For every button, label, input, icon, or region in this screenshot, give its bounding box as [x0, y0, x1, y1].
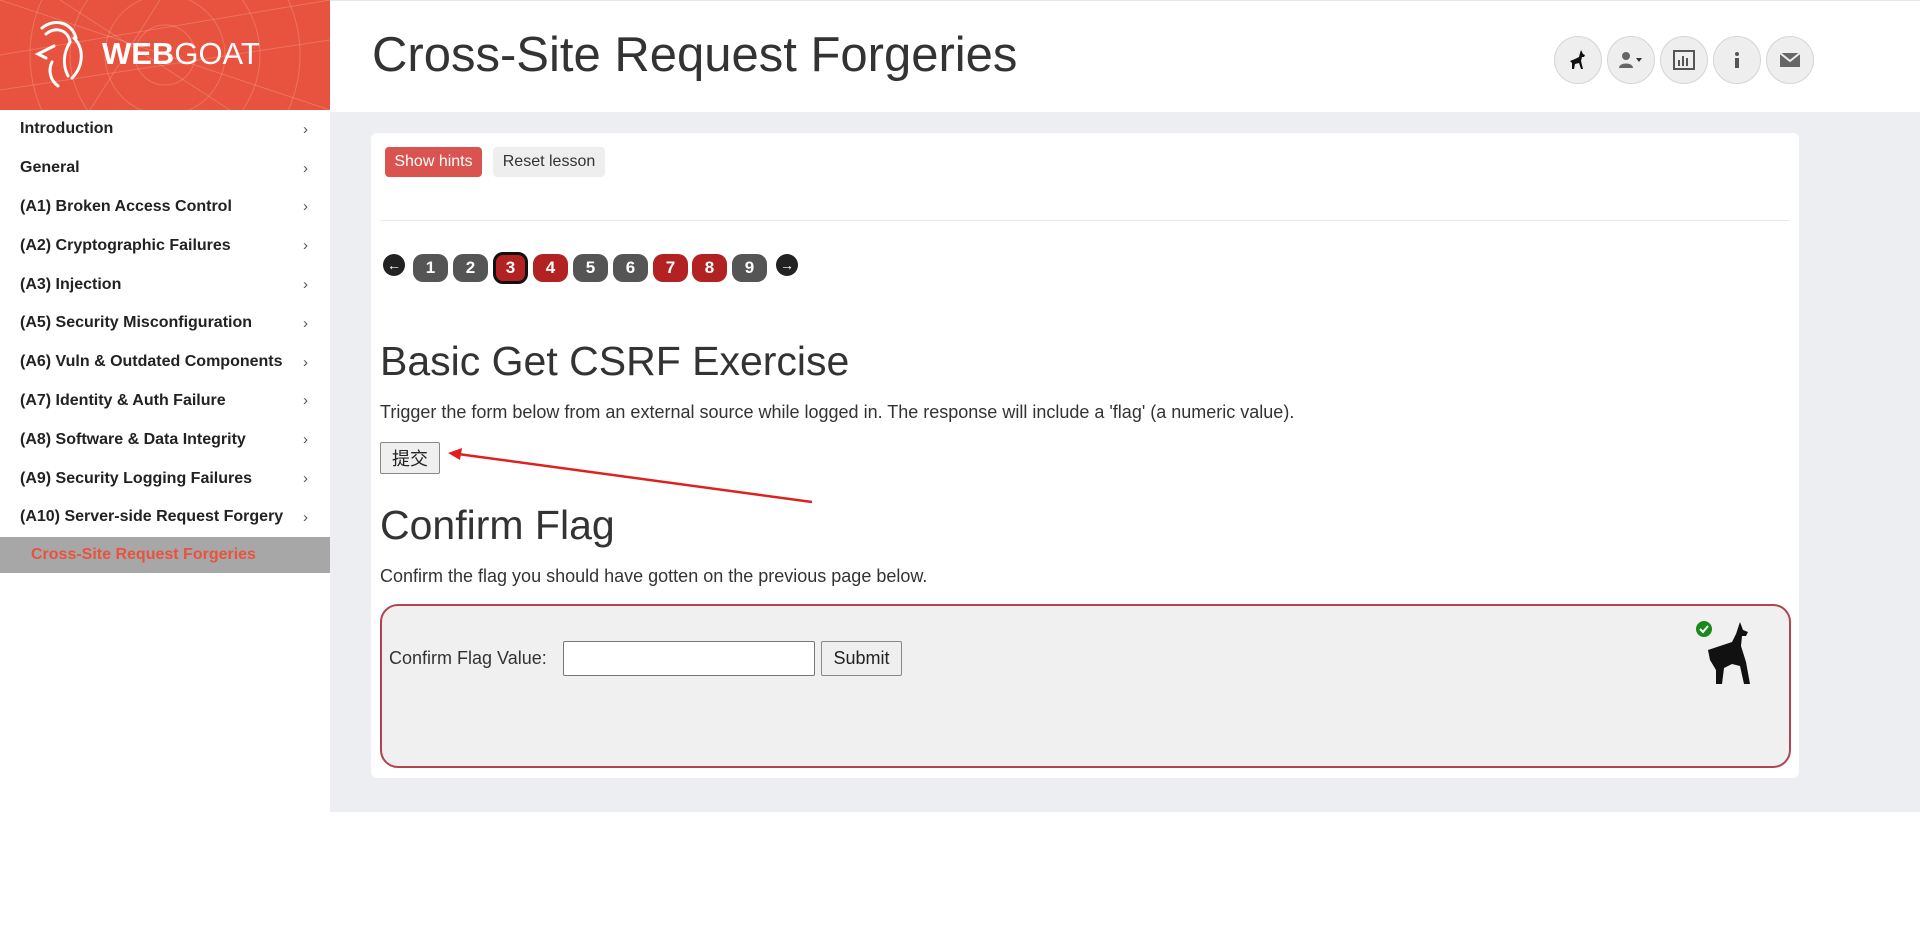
page-link-9[interactable]: 9: [732, 254, 767, 282]
assignment-solved-wolf-icon: [1696, 621, 1750, 684]
chevron-right-icon: ›: [303, 392, 308, 410]
check-circle-icon: [1696, 621, 1712, 637]
chevron-right-icon: ›: [303, 120, 308, 138]
page-link-6[interactable]: 6: [613, 254, 648, 282]
attack-container: [380, 604, 1791, 768]
page-link-7[interactable]: 7: [653, 254, 688, 282]
page-link-1[interactable]: 1: [413, 254, 448, 282]
confirm-flag-heading: Confirm Flag: [380, 502, 615, 548]
report-card-button[interactable]: [1660, 36, 1708, 84]
flag-value-label: Confirm Flag Value:: [389, 648, 547, 668]
page-link-2[interactable]: 2: [453, 254, 488, 282]
show-hints-button[interactable]: Show hints: [385, 147, 482, 177]
next-page-arrow-icon[interactable]: →: [776, 254, 798, 276]
menu-item-introduction[interactable]: Introduction ›: [0, 110, 330, 149]
menu-item-a3[interactable]: (A3) Injection ›: [0, 265, 330, 304]
page-link-8[interactable]: 8: [692, 254, 727, 282]
csrf-submit-button[interactable]: 提交: [380, 442, 440, 474]
wolf-icon: [1570, 50, 1585, 69]
envelope-icon: [1779, 52, 1801, 67]
confirm-flag-description: Confirm the flag you should have gotten …: [380, 566, 928, 586]
flag-value-input[interactable]: [563, 641, 815, 676]
wolf-icon-button[interactable]: [1554, 36, 1602, 84]
brand-name: WEBGOAT: [102, 36, 260, 71]
goat-logo-icon: [34, 21, 83, 88]
chevron-right-icon: ›: [303, 198, 308, 216]
exercise-heading: Basic Get CSRF Exercise: [380, 338, 850, 384]
flag-submit-button[interactable]: Submit: [821, 641, 902, 676]
menu-item-general[interactable]: General ›: [0, 149, 330, 188]
menu-item-a7[interactable]: (A7) Identity & Auth Failure ›: [0, 382, 330, 421]
chevron-right-icon: ›: [303, 353, 308, 371]
divider: [380, 220, 1790, 221]
reset-lesson-button[interactable]: Reset lesson: [493, 147, 605, 177]
info-icon: [1735, 52, 1739, 68]
chevron-right-icon: ›: [303, 508, 308, 526]
menu-item-a8[interactable]: (A8) Software & Data Integrity ›: [0, 420, 330, 459]
chart-icon: [1673, 50, 1695, 70]
exercise-description: Trigger the form below from an external …: [380, 402, 1295, 422]
sidebar: WEBGOAT Introduction › General › (A1) Brok…: [0, 0, 330, 942]
menu-item-a1[interactable]: (A1) Broken Access Control ›: [0, 188, 330, 227]
menu-item-a5[interactable]: (A5) Security Misconfiguration ›: [0, 304, 330, 343]
page-link-3-current[interactable]: 3: [493, 252, 528, 284]
chevron-right-icon: ›: [303, 470, 308, 488]
about-button[interactable]: [1713, 36, 1761, 84]
page-link-5[interactable]: 5: [573, 254, 608, 282]
page-link-4[interactable]: 4: [533, 254, 568, 282]
lesson-menu: Introduction › General › (A1) Broken Acces…: [0, 110, 330, 573]
chevron-right-icon: ›: [303, 276, 308, 294]
submenu-item-csrf[interactable]: Cross-Site Request Forgeries: [0, 536, 330, 573]
chevron-right-icon: ›: [303, 237, 308, 255]
chevron-right-icon: ›: [303, 159, 308, 177]
menu-item-a10[interactable]: (A10) Server-side Request Forgery ›: [0, 498, 330, 537]
page-title: Cross-Site Request Forgeries: [372, 28, 1018, 82]
menu-item-a6[interactable]: (A6) Vuln & Outdated Components ›: [0, 343, 330, 382]
menu-item-a2[interactable]: (A2) Cryptographic Failures ›: [0, 226, 330, 265]
user-icon: [1619, 52, 1642, 68]
user-menu-button[interactable]: [1607, 36, 1655, 84]
annotation-arrow: [448, 448, 813, 504]
prev-page-arrow-icon[interactable]: ←: [383, 254, 405, 276]
webgoat-logo[interactable]: WEBGOAT: [0, 0, 330, 110]
chevron-right-icon: ›: [303, 431, 308, 449]
chevron-right-icon: ›: [303, 314, 308, 332]
menu-item-a9[interactable]: (A9) Security Logging Failures ›: [0, 459, 330, 498]
page-header: Cross-Site Request Forgeries: [330, 0, 1920, 112]
contact-button[interactable]: [1766, 36, 1814, 84]
